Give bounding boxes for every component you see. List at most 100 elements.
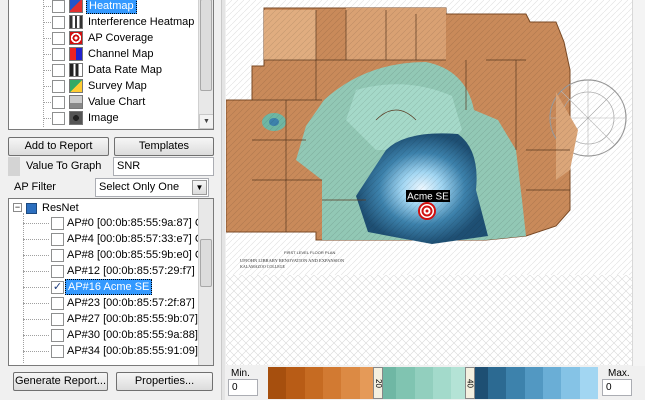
ap-checkbox[interactable] [51, 329, 64, 342]
tree-guide [23, 319, 49, 320]
legend-swatch [543, 367, 562, 399]
empty-grid-area [226, 275, 632, 365]
report-item-label: Interference Heatmap [88, 16, 195, 28]
report-item-checkbox[interactable] [52, 64, 65, 77]
collapse-icon[interactable]: − [13, 203, 22, 212]
report-item-label: Image [88, 112, 119, 124]
legend-swatch [268, 367, 287, 399]
legend-swatch [506, 367, 526, 399]
floor-plan-heatmap: FIRST LEVEL FLOOR PLAN UPJOHN LIBRARY RE… [226, 0, 632, 275]
ap-label: AP#30 [00:0b:85:55:9a:88] [67, 329, 198, 341]
tree-guide [23, 303, 49, 304]
tree-guide [23, 351, 49, 352]
ap-label: AP#8 [00:0b:85:55:9b:e0] C [67, 249, 203, 261]
ap-checkbox[interactable] [51, 265, 64, 278]
legend-swatch [488, 367, 507, 399]
tree-guide [43, 22, 51, 23]
network-label: ResNet [42, 202, 79, 214]
legend-swatch [433, 367, 452, 399]
tree-guide [43, 54, 51, 55]
legend-swatch [323, 367, 342, 399]
report-item-checkbox[interactable] [52, 96, 65, 109]
add-to-report-button[interactable]: Add to Report [8, 137, 109, 156]
legend-swatch [341, 367, 361, 399]
legend-swatch [396, 367, 416, 399]
templates-button[interactable]: Templates [114, 137, 214, 156]
left-panel: Heatmap Interference Heatmap AP Coverage Ch… [0, 0, 221, 400]
legend-swatch [414, 367, 434, 399]
report-item-checkbox[interactable] [52, 48, 65, 61]
ap-checkbox[interactable] [51, 217, 64, 230]
report-item-label: Data Rate Map [88, 64, 162, 76]
scrollbar-thumb[interactable] [200, 239, 212, 287]
chevron-down-icon[interactable]: ▼ [192, 180, 207, 195]
report-item-checkbox[interactable] [52, 80, 65, 93]
plan-caption-1: FIRST LEVEL FLOOR PLAN [284, 250, 335, 255]
generate-report-button[interactable]: Generate Report... [13, 372, 108, 391]
ap-target-icon[interactable] [418, 202, 436, 220]
scrollbar-thumb[interactable] [200, 0, 212, 91]
legend-swatch [524, 367, 544, 399]
report-item-label: Channel Map [88, 48, 154, 60]
ap-checkbox[interactable]: ✓ [51, 281, 64, 294]
ap-filter-label: AP Filter [14, 181, 56, 193]
report-item-label: Value Chart [88, 96, 146, 108]
ap-checkbox[interactable] [51, 249, 64, 262]
legend-max-input[interactable]: 0 [602, 379, 632, 396]
plan-caption-2: UPJOHN LIBRARY RENOVATION AND EXPANSION [240, 258, 345, 263]
ap-checkbox[interactable] [51, 345, 64, 358]
ap-tree-scrollbar[interactable] [198, 199, 213, 365]
legend-marker-20[interactable]: 20 [373, 367, 383, 399]
report-tree-scrollbar[interactable]: ▼ [198, 0, 213, 129]
legend-swatch [579, 367, 599, 399]
legend-max-label: Max. [608, 368, 630, 379]
ap-label: AP#27 [00:0b:85:55:9b:07] [67, 313, 198, 325]
tree-guide [43, 0, 44, 127]
report-item-checkbox[interactable] [52, 32, 65, 45]
survey-map-icon [69, 79, 83, 93]
legend-min-label: Min. [231, 368, 250, 379]
tree-guide [23, 223, 49, 224]
report-type-tree[interactable]: Heatmap Interference Heatmap AP Coverage Ch… [8, 0, 214, 130]
plan-caption-3: KALAMAZOO COLLEGE [240, 264, 286, 269]
color-legend: Min. 0 20 40 Max. 0 [226, 366, 645, 400]
access-point-tree[interactable]: − ResNet AP#0 [00:0b:85:55:9a:87] C AP#4 … [8, 198, 214, 366]
ap-label: AP#4 [00:0b:85:57:33:e7] C [67, 233, 203, 245]
ap-checkbox[interactable] [51, 297, 64, 310]
report-item-checkbox[interactable] [52, 0, 65, 13]
ap-filter-value: Select Only One [99, 181, 180, 193]
network-icon [26, 203, 37, 214]
camera-icon [69, 111, 83, 125]
ap-marker-label: Acme SE [407, 192, 449, 203]
report-item-checkbox[interactable] [52, 16, 65, 29]
channel-map-icon [69, 47, 83, 61]
scroll-down-arrow[interactable]: ▼ [199, 114, 213, 129]
ap-label: AP#23 [00:0b:85:57:2f:87] ( [67, 297, 202, 309]
ap-label: AP#12 [00:0b:85:57:29:f7] I [67, 265, 201, 277]
legend-min-input[interactable]: 0 [228, 379, 258, 396]
ap-checkbox[interactable] [51, 313, 64, 326]
report-item-label: AP Coverage [88, 32, 154, 44]
legend-swatch [286, 367, 306, 399]
tree-guide [23, 271, 49, 272]
value-to-graph-field[interactable]: SNR [113, 157, 214, 176]
tree-guide [43, 6, 51, 7]
ap-filter-select[interactable]: Select Only One ▼ [95, 178, 209, 197]
value-to-graph-label: Value To Graph [26, 160, 102, 172]
tree-guide [23, 255, 49, 256]
report-item-label: Heatmap [86, 0, 137, 14]
legend-gradient-bar: 20 40 [268, 367, 599, 399]
tree-guide [23, 239, 49, 240]
plan-hatching [226, 0, 632, 275]
map-scrollbar[interactable] [632, 0, 645, 366]
heatmap-canvas[interactable]: FIRST LEVEL FLOOR PLAN UPJOHN LIBRARY RE… [226, 0, 632, 275]
ap-checkbox[interactable] [51, 233, 64, 246]
field-marker [8, 157, 20, 176]
data-rate-map-icon [69, 63, 83, 77]
tree-guide [23, 287, 49, 288]
legend-marker-40[interactable]: 40 [464, 367, 475, 399]
properties-button[interactable]: Properties... [116, 372, 213, 391]
report-item-label: Survey Map [88, 80, 147, 92]
report-item-checkbox[interactable] [52, 112, 65, 125]
panel-splitter[interactable] [221, 0, 225, 400]
